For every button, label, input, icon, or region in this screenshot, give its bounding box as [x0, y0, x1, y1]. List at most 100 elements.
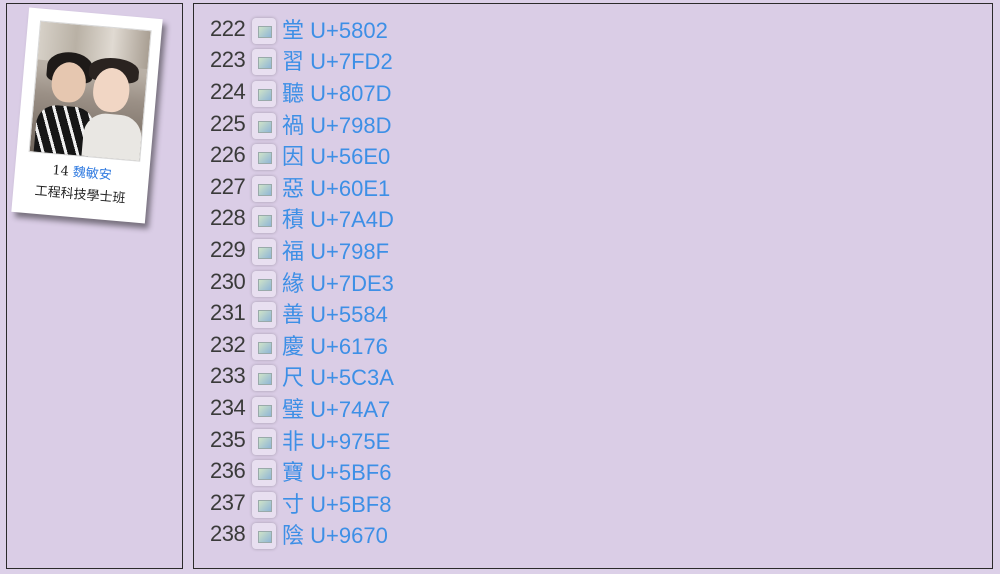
character-link[interactable]: 緣 U+7DE3 — [282, 266, 394, 298]
broken-image-icon[interactable] — [252, 175, 276, 202]
entry-index: 226 — [210, 142, 246, 168]
character-link[interactable]: 禍 U+798D — [282, 108, 391, 140]
list-item: 230 緣 U+7DE3 — [210, 266, 394, 298]
character-link[interactable]: 非 U+975E — [282, 424, 390, 456]
profile-name-link[interactable]: 魏敏安 — [72, 165, 112, 183]
broken-image-icon[interactable] — [252, 270, 276, 297]
list-item: 232 慶 U+6176 — [210, 329, 394, 361]
character-link[interactable]: 積 U+7A4D — [282, 202, 394, 234]
list-item: 231 善 U+5584 — [210, 297, 394, 329]
character-glyph: 非 — [282, 428, 305, 454]
list-item: 236 寶 U+5BF6 — [210, 455, 394, 487]
unicode-code: U+5584 — [310, 302, 388, 328]
list-item: 227 惡 U+60E1 — [210, 171, 394, 203]
broken-image-icon[interactable] — [252, 333, 276, 360]
entry-index: 232 — [210, 331, 246, 357]
character-link[interactable]: 福 U+798F — [282, 234, 389, 266]
character-link[interactable]: 善 U+5584 — [282, 297, 388, 329]
broken-image-icon[interactable] — [252, 523, 276, 550]
character-glyph: 聽 — [282, 80, 305, 106]
unicode-code: U+975E — [310, 428, 391, 454]
character-glyph: 習 — [282, 49, 305, 75]
list-item: 225 禍 U+798D — [210, 108, 394, 140]
character-glyph: 陰 — [282, 523, 305, 549]
list-item: 222 堂 U+5802 — [210, 13, 394, 45]
entry-index: 237 — [210, 489, 246, 515]
character-link[interactable]: 陰 U+9670 — [282, 518, 388, 550]
broken-image-icon[interactable] — [252, 302, 276, 329]
entry-index: 236 — [210, 458, 246, 484]
character-glyph: 寶 — [282, 460, 305, 486]
list-item: 223 習 U+7FD2 — [210, 45, 394, 77]
list-item: 224 聽 U+807D — [210, 76, 394, 108]
list-item: 233 尺 U+5C3A — [210, 361, 394, 393]
character-link[interactable]: 慶 U+6176 — [282, 329, 388, 361]
unicode-code: U+5C3A — [310, 365, 394, 391]
entry-index: 222 — [210, 15, 246, 41]
unicode-code: U+7A4D — [310, 207, 394, 233]
entry-index: 229 — [210, 236, 246, 262]
list-item: 238 陰 U+9670 — [210, 519, 394, 551]
broken-image-icon[interactable] — [252, 491, 276, 518]
entry-index: 238 — [210, 521, 246, 547]
character-glyph: 寸 — [282, 491, 305, 517]
character-glyph: 善 — [282, 302, 305, 328]
entry-index: 235 — [210, 426, 246, 452]
broken-image-icon[interactable] — [252, 17, 276, 44]
entry-index: 234 — [210, 394, 246, 420]
list-item: 226 因 U+56E0 — [210, 139, 394, 171]
character-link[interactable]: 習 U+7FD2 — [282, 44, 393, 76]
character-glyph: 堂 — [282, 17, 305, 43]
unicode-code: U+798F — [310, 238, 390, 264]
entry-index: 225 — [210, 110, 246, 136]
character-glyph: 福 — [282, 238, 305, 264]
list-item: 229 福 U+798F — [210, 234, 394, 266]
character-link[interactable]: 尺 U+5C3A — [282, 360, 394, 392]
unicode-code: U+6176 — [310, 333, 388, 359]
entry-index: 233 — [210, 363, 246, 389]
broken-image-icon[interactable] — [252, 365, 276, 392]
list-item: 234 璧 U+74A7 — [210, 392, 394, 424]
unicode-code: U+9670 — [310, 523, 388, 549]
profile-number: 14 — [51, 163, 70, 180]
character-glyph: 慶 — [282, 333, 305, 359]
entry-index: 230 — [210, 268, 246, 294]
profile-photo — [28, 20, 152, 162]
sidebar-frame: 14 魏敏安 工程科技學士班 — [6, 3, 183, 569]
unicode-code: U+807D — [310, 80, 392, 106]
photo-person-right-body — [81, 111, 144, 162]
character-link[interactable]: 寸 U+5BF8 — [282, 487, 391, 519]
unicode-code: U+7FD2 — [310, 49, 393, 75]
character-glyph: 因 — [282, 144, 305, 170]
broken-image-icon[interactable] — [252, 238, 276, 265]
list-item: 237 寸 U+5BF8 — [210, 487, 394, 519]
broken-image-icon[interactable] — [252, 80, 276, 107]
list-item: 235 非 U+975E — [210, 424, 394, 456]
entry-index: 224 — [210, 78, 246, 104]
character-glyph: 積 — [282, 207, 305, 233]
character-link[interactable]: 因 U+56E0 — [282, 139, 390, 171]
broken-image-icon[interactable] — [252, 112, 276, 139]
character-glyph: 尺 — [282, 365, 305, 391]
character-link[interactable]: 聽 U+807D — [282, 76, 391, 108]
broken-image-icon[interactable] — [252, 428, 276, 455]
character-glyph: 緣 — [282, 270, 305, 296]
character-link[interactable]: 堂 U+5802 — [282, 13, 388, 45]
character-glyph: 禍 — [282, 112, 305, 138]
character-link[interactable]: 寶 U+5BF6 — [282, 455, 391, 487]
unicode-code: U+798D — [310, 112, 392, 138]
unicode-code: U+5BF8 — [310, 491, 392, 517]
broken-image-icon[interactable] — [252, 49, 276, 76]
character-glyph: 璧 — [282, 396, 305, 422]
broken-image-icon[interactable] — [252, 144, 276, 171]
content-frame: 222 堂 U+5802 223 習 U+7FD2 224 聽 U+807D 225 禍 U+… — [193, 3, 993, 569]
character-link[interactable]: 璧 U+74A7 — [282, 392, 390, 424]
unicode-code: U+60E1 — [310, 175, 391, 201]
broken-image-icon[interactable] — [252, 207, 276, 234]
character-glyph: 惡 — [282, 175, 305, 201]
character-link[interactable]: 惡 U+60E1 — [282, 171, 390, 203]
broken-image-icon[interactable] — [252, 460, 276, 487]
unicode-code: U+5802 — [310, 17, 388, 43]
broken-image-icon[interactable] — [252, 396, 276, 423]
character-list: 222 堂 U+5802 223 習 U+7FD2 224 聽 U+807D 225 禍 U+… — [210, 13, 394, 550]
